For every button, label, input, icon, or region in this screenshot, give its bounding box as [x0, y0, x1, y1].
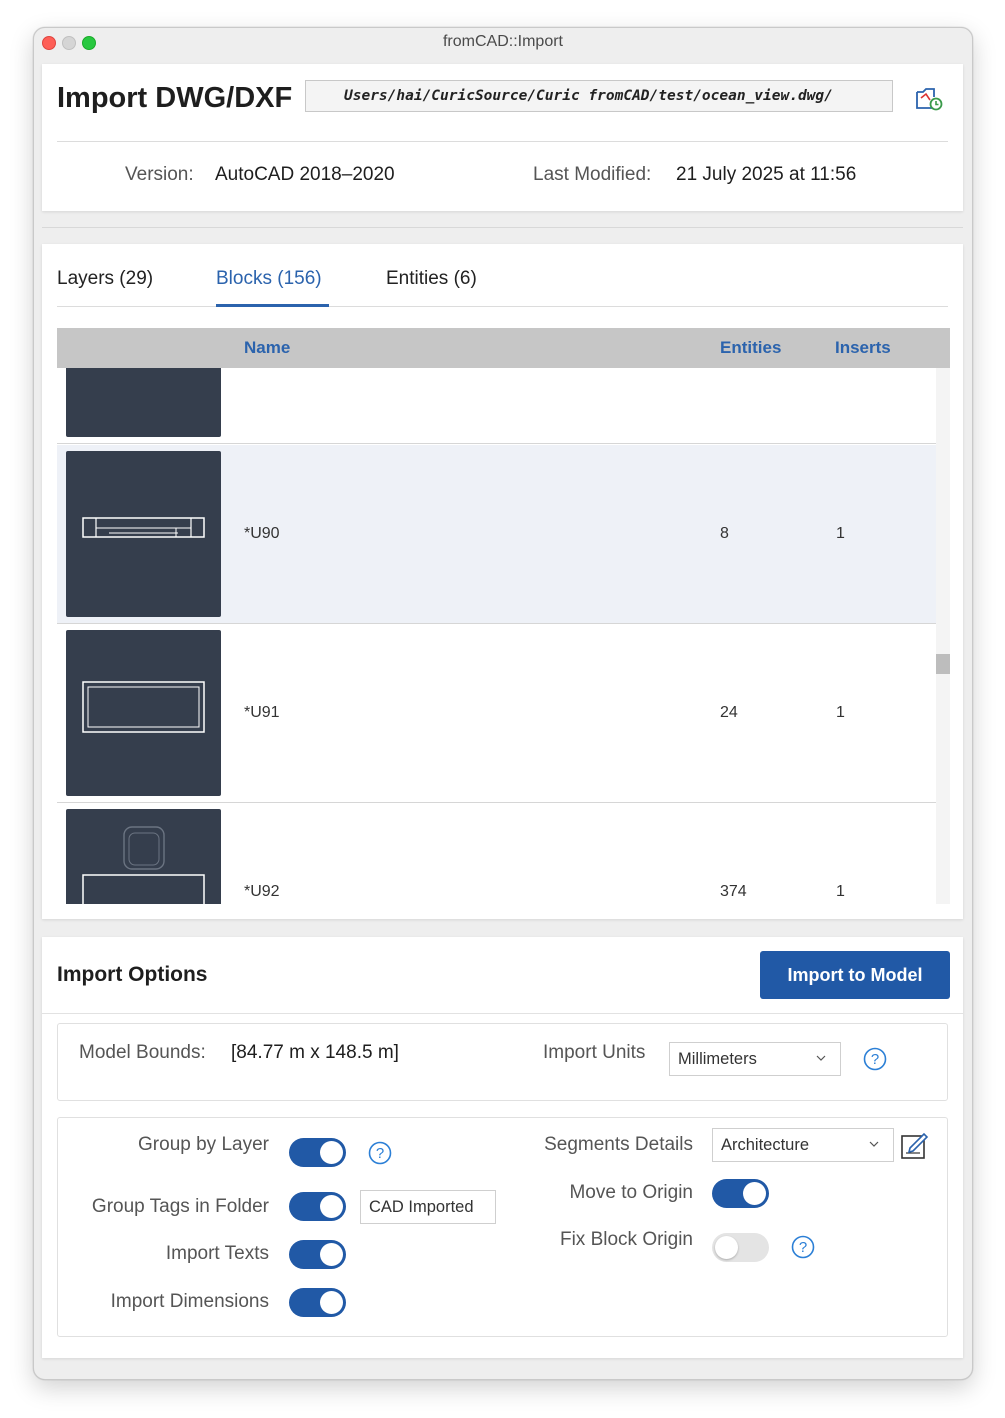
move-to-origin-label: Move to Origin: [569, 1182, 693, 1203]
group-by-layer-toggle[interactable]: [289, 1138, 346, 1167]
import-options-title: Import Options: [57, 963, 208, 986]
import-window: fromCAD::Import Import DWG/DXF Users/hai…: [33, 27, 973, 1380]
tab-entities[interactable]: Entities (6): [386, 268, 477, 290]
title-bar: fromCAD::Import: [34, 28, 972, 56]
table-scrollbar[interactable]: [936, 368, 950, 904]
block-entities: 374: [720, 883, 747, 900]
import-units-label: Import Units: [543, 1042, 646, 1063]
svg-text:?: ?: [799, 1239, 807, 1256]
page-title: Import DWG/DXF: [57, 82, 293, 114]
svg-text:?: ?: [871, 1051, 879, 1068]
segments-details-label: Segments Details: [544, 1134, 693, 1155]
fix-block-origin-help-icon[interactable]: ?: [791, 1235, 815, 1259]
table-row[interactable]: *U91 24 1: [57, 624, 936, 803]
tag-folder-input[interactable]: [360, 1190, 496, 1224]
column-header-name[interactable]: Name: [244, 338, 290, 358]
table-row[interactable]: *U90 8 1: [57, 445, 936, 624]
section-separator: [42, 227, 963, 228]
import-settings-section: Group by Layer ? Group Tags in Folder Im…: [57, 1117, 948, 1337]
import-dimensions-toggle[interactable]: [289, 1288, 346, 1317]
chevron-down-icon: [816, 1055, 826, 1061]
last-modified-label: Last Modified:: [533, 164, 652, 185]
table-row[interactable]: [57, 368, 936, 444]
block-name: *U92: [244, 883, 280, 900]
segments-details-select[interactable]: Architecture: [712, 1128, 894, 1162]
import-units-help-icon[interactable]: ?: [863, 1047, 887, 1071]
fix-block-origin-toggle[interactable]: [712, 1233, 769, 1262]
block-inserts: 1: [836, 525, 845, 542]
refresh-file-icon[interactable]: [914, 86, 944, 112]
import-texts-toggle[interactable]: [289, 1240, 346, 1269]
import-units-select[interactable]: Millimeters: [669, 1042, 841, 1076]
tab-blocks[interactable]: Blocks (156): [216, 268, 322, 290]
column-header-entities[interactable]: Entities: [720, 338, 781, 358]
group-tags-label: Group Tags in Folder: [91, 1196, 269, 1217]
group-tags-toggle[interactable]: [289, 1192, 346, 1221]
segments-details-value: Architecture: [721, 1136, 810, 1154]
version-value: AutoCAD 2018–2020: [215, 164, 395, 185]
content-tabs-panel: Layers (29) Blocks (156) Entities (6) Na…: [42, 244, 963, 919]
import-to-model-button[interactable]: Import to Model: [760, 951, 950, 999]
tab-layers[interactable]: Layers (29): [57, 268, 153, 290]
block-thumbnail: [66, 809, 221, 904]
table-header: Name Entities Inserts: [57, 328, 950, 368]
block-thumbnail: [66, 451, 221, 617]
import-texts-label: Import Texts: [165, 1243, 269, 1264]
import-dimensions-label: Import Dimensions: [110, 1291, 269, 1312]
move-to-origin-toggle[interactable]: [712, 1179, 769, 1208]
file-info-panel: Import DWG/DXF Users/hai/CuricSource/Cur…: [42, 64, 963, 211]
table-row[interactable]: *U92 374 1: [57, 803, 936, 904]
last-modified-value: 21 July 2025 at 11:56: [676, 164, 857, 185]
chevron-down-icon: [869, 1141, 879, 1147]
blocks-table: Name Entities Inserts *U90 8 1 *U91 24 1…: [57, 328, 950, 904]
active-tab-indicator: [216, 304, 329, 307]
block-name: *U90: [244, 525, 280, 542]
tabs-baseline: [57, 306, 948, 307]
block-name: *U91: [244, 704, 280, 721]
file-path-field[interactable]: Users/hai/CuricSource/Curic fromCAD/test…: [305, 80, 893, 112]
model-bounds-value: [84.77 m x 148.5 m]: [231, 1042, 399, 1063]
model-bounds-label: Model Bounds:: [79, 1042, 206, 1063]
edit-segments-icon[interactable]: [900, 1130, 930, 1160]
block-thumbnail: [66, 368, 221, 437]
import-units-value: Millimeters: [678, 1050, 757, 1068]
bounds-units-section: Model Bounds: [84.77 m x 148.5 m] Import…: [57, 1023, 948, 1101]
svg-text:?: ?: [376, 1145, 384, 1162]
version-label: Version:: [125, 164, 194, 185]
import-options-panel: Import Options Import to Model Model Bou…: [42, 937, 963, 1358]
options-divider: [42, 1013, 963, 1014]
fix-block-origin-label: Fix Block Origin: [559, 1229, 693, 1250]
scrollbar-thumb[interactable]: [936, 654, 950, 674]
block-inserts: 1: [836, 704, 845, 721]
table-body: *U90 8 1 *U91 24 1 *U92 374 1: [57, 368, 936, 904]
block-thumbnail: [66, 630, 221, 796]
block-entities: 8: [720, 525, 729, 542]
block-inserts: 1: [836, 883, 845, 900]
header-divider: [57, 141, 948, 142]
block-entities: 24: [720, 704, 738, 721]
window-title: fromCAD::Import: [442, 33, 563, 50]
column-header-inserts[interactable]: Inserts: [835, 338, 891, 358]
group-by-layer-help-icon[interactable]: ?: [368, 1141, 392, 1165]
group-by-layer-label: Group by Layer: [138, 1134, 269, 1155]
